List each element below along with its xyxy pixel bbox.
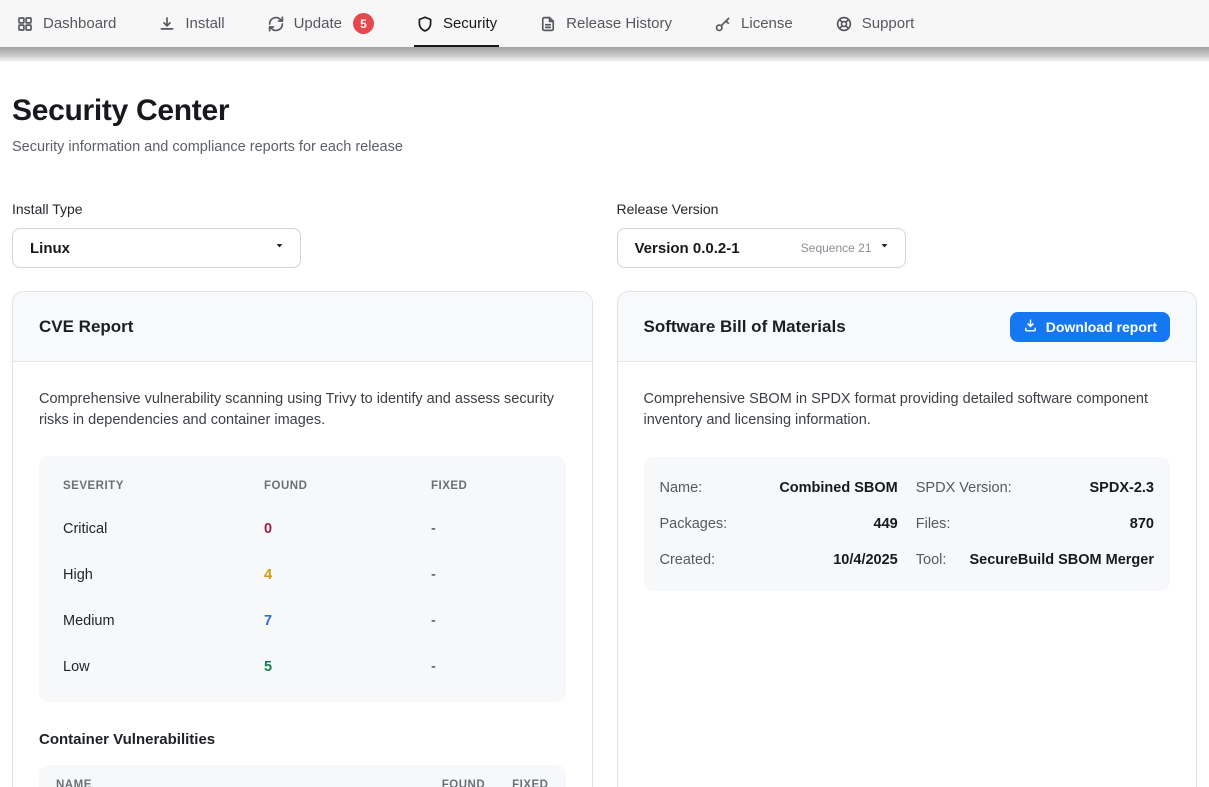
severity-table-header: SEVERITY FOUND FIXED	[63, 466, 542, 506]
cve-report-description: Comprehensive vulnerability scanning usi…	[39, 389, 566, 431]
detail-label: SPDX Version:	[916, 480, 1012, 496]
detail-value: 10/4/2025	[833, 552, 898, 568]
update-count-badge: 5	[353, 13, 374, 34]
severity-name: Low	[63, 644, 264, 690]
sbom-detail-name: Name: Combined SBOM	[660, 470, 898, 506]
detail-label: Tool:	[916, 552, 947, 568]
download-report-button[interactable]: Download report	[1010, 312, 1170, 342]
nav-item-release-history[interactable]: Release History	[539, 0, 672, 47]
detail-label: Created:	[660, 552, 716, 568]
detail-label: Packages:	[660, 516, 728, 532]
nav-item-update[interactable]: Update 5	[267, 0, 374, 47]
chevron-down-icon	[273, 239, 286, 257]
detail-label: Name:	[660, 480, 703, 496]
severity-fixed-count: -	[431, 506, 542, 552]
sbom-detail-created: Created: 10/4/2025	[660, 542, 898, 578]
severity-found-count: 4	[264, 552, 431, 598]
release-sequence-label: Sequence 21	[801, 241, 872, 255]
fixed-column-header: FIXED	[512, 779, 548, 787]
detail-value: SecureBuild SBOM Merger	[969, 552, 1154, 568]
severity-name: Medium	[63, 598, 264, 644]
nav-item-license[interactable]: License	[714, 0, 793, 47]
severity-table: SEVERITY FOUND FIXED Critical 0 - High 4…	[39, 456, 566, 702]
found-column-header: FOUND	[442, 779, 485, 787]
nav-item-support[interactable]: Support	[835, 0, 915, 47]
detail-value: SPDX-2.3	[1090, 480, 1154, 496]
release-version-value: Version 0.0.2-1	[635, 240, 740, 257]
nav-item-label: Support	[862, 15, 915, 32]
severity-column-header: SEVERITY	[63, 466, 264, 506]
fixed-column-header: FIXED	[431, 466, 542, 506]
container-vulnerabilities-table-header: NAME FOUND FIXED	[39, 765, 566, 787]
nav-item-label: Dashboard	[43, 15, 116, 32]
download-icon	[1023, 318, 1038, 336]
table-row: Low 5 -	[63, 644, 542, 690]
sbom-detail-spdx-version: SPDX Version: SPDX-2.3	[916, 470, 1154, 506]
severity-fixed-count: -	[431, 552, 542, 598]
nav-item-label: Install	[185, 15, 224, 32]
release-version-filter: Release Version Version 0.0.2-1 Sequence…	[617, 201, 1198, 268]
release-version-label: Release Version	[617, 201, 1198, 217]
severity-found-count: 5	[264, 644, 431, 690]
detail-label: Files:	[916, 516, 951, 532]
severity-found-count: 7	[264, 598, 431, 644]
nav-item-label: Security	[443, 15, 497, 32]
chevron-down-icon	[878, 239, 891, 257]
filters-row: Install Type Linux Release Version Versi…	[12, 201, 1197, 268]
severity-fixed-count: -	[431, 644, 542, 690]
license-key-icon	[714, 15, 732, 33]
nav-item-label: Release History	[566, 15, 672, 32]
download-report-label: Download report	[1046, 319, 1157, 335]
table-row: Critical 0 -	[63, 506, 542, 552]
cve-report-card-header: CVE Report	[13, 292, 592, 362]
sbom-detail-packages: Packages: 449	[660, 506, 898, 542]
dashboard-icon	[16, 15, 34, 33]
table-row: High 4 -	[63, 552, 542, 598]
sbom-description: Comprehensive SBOM in SPDX format provid…	[644, 389, 1171, 431]
nav-scroll-shadow	[0, 47, 1209, 62]
install-type-value: Linux	[30, 240, 70, 257]
sbom-detail-tool: Tool: SecureBuild SBOM Merger	[916, 542, 1154, 578]
severity-found-count: 0	[264, 506, 431, 552]
sbom-detail-files: Files: 870	[916, 506, 1154, 542]
container-vulnerabilities-title: Container Vulnerabilities	[39, 731, 566, 748]
name-column-header: NAME	[56, 779, 442, 787]
found-column-header: FOUND	[264, 466, 431, 506]
sbom-title: Software Bill of Materials	[644, 317, 846, 337]
sbom-card-header: Software Bill of Materials Download repo…	[618, 292, 1197, 362]
detail-value: 449	[874, 516, 898, 532]
table-row: Medium 7 -	[63, 598, 542, 644]
cve-report-card: CVE Report Comprehensive vulnerability s…	[12, 291, 593, 787]
report-cards-row: CVE Report Comprehensive vulnerability s…	[12, 291, 1197, 787]
install-type-label: Install Type	[12, 201, 593, 217]
top-navigation: Dashboard Install Update 5 Security Rele…	[0, 0, 1209, 47]
release-history-icon	[539, 15, 557, 33]
sbom-details-grid: Name: Combined SBOM SPDX Version: SPDX-2…	[644, 457, 1171, 591]
nav-item-dashboard[interactable]: Dashboard	[16, 0, 116, 47]
cve-report-title: CVE Report	[39, 317, 133, 337]
install-type-select[interactable]: Linux	[12, 228, 301, 268]
nav-item-install[interactable]: Install	[158, 0, 224, 47]
security-shield-icon	[416, 15, 434, 33]
sbom-card: Software Bill of Materials Download repo…	[617, 291, 1198, 787]
detail-value: Combined SBOM	[779, 480, 897, 496]
install-icon	[158, 15, 176, 33]
detail-value: 870	[1130, 516, 1154, 532]
page-subtitle: Security information and compliance repo…	[12, 139, 1197, 155]
nav-item-label: License	[741, 15, 793, 32]
install-type-filter: Install Type Linux	[12, 201, 593, 268]
support-lifebuoy-icon	[835, 15, 853, 33]
nav-item-label: Update	[294, 15, 342, 32]
nav-item-security[interactable]: Security	[416, 0, 497, 47]
release-version-select[interactable]: Version 0.0.2-1 Sequence 21	[617, 228, 906, 268]
severity-name: High	[63, 552, 264, 598]
update-icon	[267, 15, 285, 33]
severity-name: Critical	[63, 506, 264, 552]
severity-fixed-count: -	[431, 598, 542, 644]
security-center-page: Security Center Security information and…	[0, 94, 1209, 787]
page-title: Security Center	[12, 94, 1197, 128]
